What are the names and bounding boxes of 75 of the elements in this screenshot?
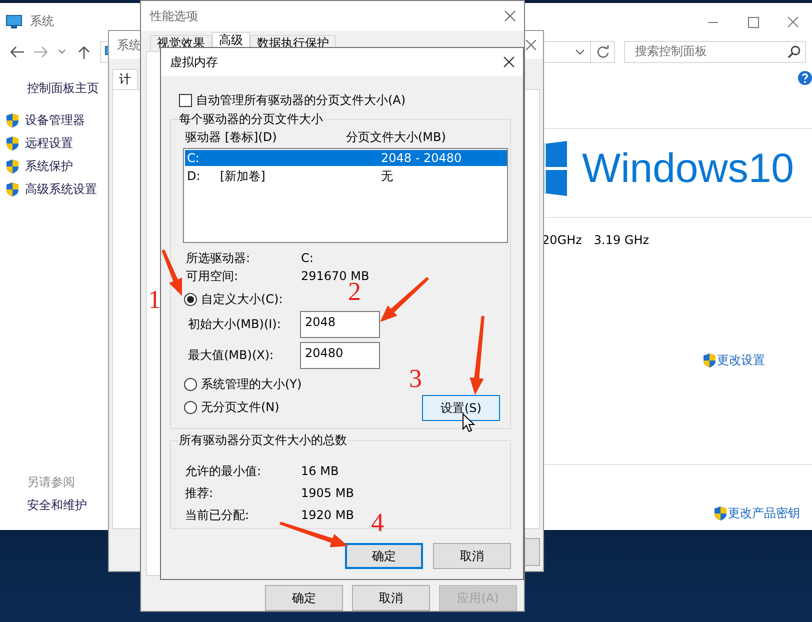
ok-button[interactable]: 确定 bbox=[345, 543, 423, 569]
help-icon[interactable] bbox=[798, 70, 812, 86]
radio-label: 系统管理的大小(Y) bbox=[201, 376, 302, 393]
change-settings-link[interactable]: 更改设置 bbox=[717, 352, 765, 368]
arrow bbox=[162, 249, 182, 296]
paging-size: 2048 - 20480 bbox=[381, 150, 462, 166]
group-label: 所有驱动器分页文件大小的总数 bbox=[178, 433, 348, 447]
step-number: 3 bbox=[409, 366, 422, 392]
chevron-down-icon[interactable] bbox=[574, 46, 586, 56]
window-title: 系统 bbox=[117, 36, 141, 54]
cancel-button[interactable]: 取消 bbox=[433, 543, 511, 569]
arrow bbox=[280, 522, 348, 548]
drive-letter: C: bbox=[186, 150, 200, 166]
logo-icon bbox=[543, 141, 567, 196]
field-label: 可用空间: bbox=[186, 268, 240, 285]
sidebar-link[interactable]: 控制面板主页 bbox=[27, 80, 108, 96]
input-field[interactable]: 2048 bbox=[300, 311, 380, 338]
arrow bbox=[380, 276, 429, 322]
field-label: 推荐: bbox=[185, 485, 214, 502]
section-heading: 另请参阅 bbox=[27, 474, 76, 490]
radio-label: 自定义大小(C): bbox=[201, 291, 283, 308]
checkbox-label: 自动管理所有驱动器的分页文件大小(A) bbox=[196, 92, 406, 108]
volume-label: [新加卷] bbox=[220, 168, 266, 184]
group-label: 每个驱动器的分页文件大小 bbox=[178, 112, 324, 126]
window-title: 系统 bbox=[30, 13, 54, 30]
set-button[interactable]: 设置(S) bbox=[422, 395, 500, 421]
field-label: 初始大小(MB)(I): bbox=[188, 316, 282, 333]
shield-icon bbox=[714, 506, 727, 520]
logo-text: Windows10 bbox=[582, 148, 794, 189]
refresh-icon[interactable] bbox=[596, 44, 610, 58]
sidebar-link[interactable]: 系统保护 bbox=[25, 158, 73, 174]
field-value: 16 MB bbox=[301, 463, 339, 480]
field-value: C: bbox=[301, 250, 314, 267]
shield-icon bbox=[703, 352, 716, 368]
field-label: 当前已分配: bbox=[185, 507, 250, 524]
shield-icon bbox=[6, 182, 19, 196]
shield-icon bbox=[6, 136, 19, 150]
field-label: 所选驱动器: bbox=[186, 250, 252, 267]
monitor-icon bbox=[6, 14, 22, 28]
ok-button[interactable]: 确定 bbox=[265, 585, 343, 611]
field-value: 1905 MB bbox=[301, 485, 354, 502]
search-icon[interactable] bbox=[787, 44, 801, 58]
step-number: 1 bbox=[148, 287, 161, 313]
field-label: 最大值(MB)(X): bbox=[188, 347, 275, 364]
cancel-button[interactable]: 取消 bbox=[352, 585, 430, 611]
window-title: 虚拟内存 bbox=[170, 54, 218, 70]
step-number: 4 bbox=[371, 510, 384, 536]
tab[interactable]: 计 bbox=[112, 69, 138, 89]
input-field[interactable]: 20480 bbox=[300, 342, 380, 369]
column-header: 驱动器 [卷标](D) bbox=[184, 129, 278, 145]
field-label: 允许的最小值: bbox=[185, 463, 262, 480]
radio-button[interactable] bbox=[184, 293, 197, 306]
window-title: 性能选项 bbox=[150, 8, 198, 24]
shield-icon bbox=[6, 112, 19, 128]
close-icon[interactable] bbox=[503, 56, 515, 68]
shield-icon bbox=[6, 158, 19, 174]
field-value: 1920 MB bbox=[301, 507, 354, 524]
radio-label: 无分页文件(N) bbox=[201, 399, 280, 416]
column-header: 分页文件大小(MB) bbox=[346, 129, 446, 145]
cursor-icon bbox=[462, 413, 475, 433]
product-key-link[interactable]: 更改产品密钥 bbox=[728, 504, 800, 522]
checkbox[interactable] bbox=[179, 94, 192, 106]
paging-size: 无 bbox=[381, 168, 393, 184]
sidebar-link[interactable]: 远程设置 bbox=[25, 135, 73, 151]
sidebar-link[interactable]: 安全和维护 bbox=[27, 497, 108, 513]
processor-speed: 20GHz bbox=[542, 233, 582, 247]
search-field[interactable]: 搜索控制面板 bbox=[624, 40, 806, 62]
sidebar-link[interactable]: 设备管理器 bbox=[25, 112, 85, 128]
radio-button[interactable] bbox=[184, 401, 197, 414]
radio-button[interactable] bbox=[184, 378, 197, 391]
processor-speed: 3.19 GHz bbox=[594, 233, 650, 247]
sidebar-link[interactable]: 高级系统设置 bbox=[25, 181, 97, 197]
drive-letter: D: bbox=[186, 168, 202, 184]
list-row[interactable]: C: 2048 - 20480 bbox=[185, 150, 507, 166]
list-row[interactable]: D: [新加卷] 无 bbox=[185, 168, 507, 184]
